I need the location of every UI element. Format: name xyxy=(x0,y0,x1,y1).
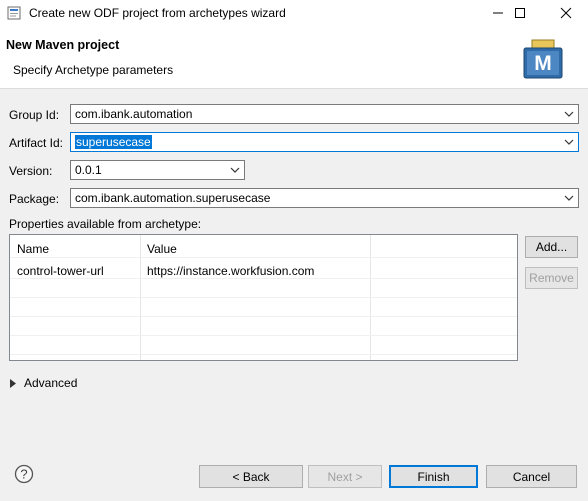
artifact-id-combo[interactable]: superusecase xyxy=(70,132,579,152)
artifact-id-value: superusecase xyxy=(75,135,152,149)
column-header-value[interactable]: Value xyxy=(147,242,177,256)
package-combo[interactable]: com.ibank.automation.superusecase xyxy=(70,188,579,208)
cancel-button[interactable]: Cancel xyxy=(486,465,577,488)
row-divider xyxy=(10,297,517,298)
close-button[interactable] xyxy=(548,0,584,26)
chevron-down-icon[interactable] xyxy=(560,195,578,201)
properties-table[interactable]: Name Value control-tower-url https://ins… xyxy=(9,234,518,361)
chevron-down-icon[interactable] xyxy=(560,139,578,145)
package-value: com.ibank.automation.superusecase xyxy=(75,191,271,205)
maximize-icon xyxy=(515,8,525,18)
back-label: < Back xyxy=(232,469,270,484)
advanced-toggle[interactable]: Advanced xyxy=(10,376,77,390)
finish-label: Finish xyxy=(417,469,450,484)
close-icon xyxy=(560,7,572,19)
wizard-header: New Maven project Specify Archetype para… xyxy=(0,26,588,89)
maximize-button[interactable] xyxy=(502,0,538,26)
row-divider xyxy=(10,257,517,258)
artifact-id-label: Artifact Id: xyxy=(9,136,64,150)
advanced-label: Advanced xyxy=(24,376,78,390)
group-id-value: com.ibank.automation xyxy=(75,107,193,121)
column-header-name[interactable]: Name xyxy=(17,242,49,256)
next-button[interactable]: Next > xyxy=(308,465,382,488)
next-label: Next > xyxy=(327,469,363,484)
wizard-app-icon xyxy=(7,6,21,20)
row-divider xyxy=(10,278,517,279)
chevron-down-icon[interactable] xyxy=(560,111,578,117)
finish-button[interactable]: Finish xyxy=(389,465,478,488)
logo-letter: M xyxy=(534,52,552,75)
group-id-combo[interactable]: com.ibank.automation xyxy=(70,104,579,124)
cancel-label: Cancel xyxy=(512,469,551,484)
chevron-right-icon xyxy=(10,378,16,388)
property-name-cell[interactable]: control-tower-url xyxy=(17,264,104,278)
svg-text:?: ? xyxy=(20,467,27,482)
add-property-button[interactable]: Add... xyxy=(525,236,578,258)
property-value-cell[interactable]: https://instance.workfusion.com xyxy=(147,264,314,278)
version-combo[interactable]: 0.0.1 xyxy=(70,160,245,180)
title-bar: Create new ODF project from archetypes w… xyxy=(0,0,588,26)
properties-label: Properties available from archetype: xyxy=(9,217,202,231)
version-value: 0.0.1 xyxy=(75,163,102,177)
row-divider xyxy=(10,316,517,317)
page-subtitle: Specify Archetype parameters xyxy=(13,63,174,77)
help-icon[interactable]: ? xyxy=(14,464,34,484)
row-divider xyxy=(10,335,517,336)
group-id-label: Group Id: xyxy=(9,108,60,122)
window-title: Create new ODF project from archetypes w… xyxy=(29,6,286,20)
page-title: New Maven project xyxy=(6,38,120,52)
row-divider xyxy=(10,354,517,355)
maven-logo-icon: M xyxy=(523,39,563,79)
remove-property-label: Remove xyxy=(529,271,574,285)
version-label: Version: xyxy=(9,164,53,178)
chevron-down-icon[interactable] xyxy=(226,167,244,173)
package-label: Package: xyxy=(9,192,60,206)
back-button[interactable]: < Back xyxy=(199,465,303,488)
remove-property-button[interactable]: Remove xyxy=(525,267,578,289)
add-property-label: Add... xyxy=(535,240,568,254)
